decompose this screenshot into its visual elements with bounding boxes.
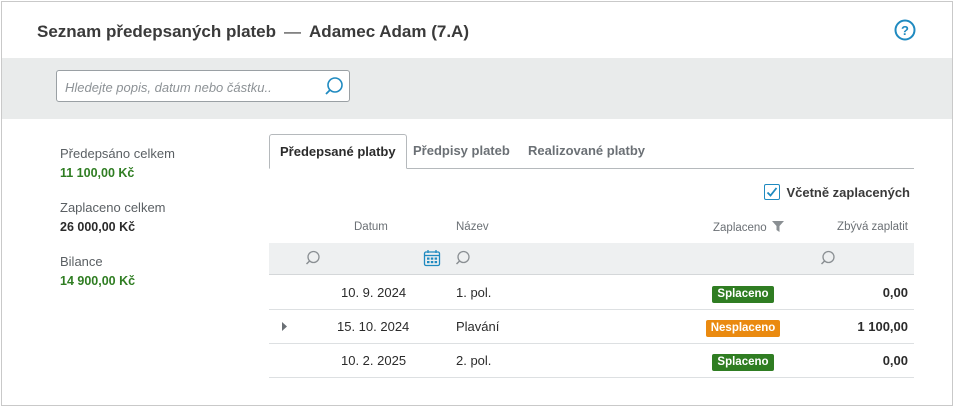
page-title: Seznam předepsaných plateb — Adamec Adam (…: [37, 22, 469, 42]
status-badge: Splaceno: [712, 286, 774, 303]
date-filter-search-icon[interactable]: [304, 249, 322, 267]
search-bar: [2, 58, 952, 119]
header-date[interactable]: Datum: [354, 221, 388, 233]
summary-prescribed: Předepsáno celkem 11 100,00 Kč: [60, 146, 250, 181]
search-icon[interactable]: [323, 75, 345, 97]
tab-payment-prescriptions[interactable]: Předpisy plateb: [403, 134, 520, 167]
row-remaining: 0,00: [882, 353, 908, 368]
table-row[interactable]: 10. 2. 2025 2. pol. Splaceno 0,00: [269, 344, 914, 378]
summary-balance: Bilance 14 900,00 Kč: [60, 254, 250, 289]
header-remaining[interactable]: Zbývá zaplatit: [837, 221, 908, 233]
funnel-icon[interactable]: [771, 221, 784, 232]
row-date: 10. 9. 2024: [341, 285, 407, 300]
status-badge: Splaceno: [712, 354, 774, 371]
prescribed-label: Předepsáno celkem: [60, 146, 175, 161]
row-name: 1. pol.: [456, 285, 492, 300]
prescribed-value: 11 100,00 Kč: [60, 166, 135, 180]
search-box: [56, 70, 350, 103]
balance-label: Bilance: [60, 254, 103, 269]
payment-summary: Předepsáno celkem 11 100,00 Kč Zaplaceno…: [60, 146, 250, 308]
title-text: Seznam předepsaných plateb: [37, 22, 277, 41]
paid-value: 26 000,00 Kč: [60, 220, 136, 234]
check-icon: [767, 187, 778, 197]
row-status: Splaceno: [708, 276, 778, 309]
remaining-filter-search-icon[interactable]: [819, 249, 837, 267]
row-remaining: 0,00: [882, 285, 908, 300]
balance-value: 14 900,00 Kč: [60, 274, 136, 288]
summary-paid: Zaplaceno celkem 26 000,00 Kč: [60, 200, 250, 235]
row-remaining: 1 100,00: [857, 319, 908, 334]
row-status: Nesplaceno: [699, 310, 787, 343]
include-paid-label: Včetně zaplacených: [786, 184, 910, 200]
header-paid-label: Zaplaceno: [713, 222, 767, 234]
table-row[interactable]: 15. 10. 2024 Plavání Nesplaceno 1 100,00: [269, 310, 914, 344]
filter-row: [269, 243, 914, 275]
student-name: Adamec Adam (7.A): [309, 22, 469, 41]
row-name: 2. pol.: [456, 353, 492, 368]
tab-prescribed-payments[interactable]: Předepsané platby: [269, 134, 407, 169]
include-paid-toggle[interactable]: Včetně zaplacených: [764, 182, 910, 202]
title-separator: —: [284, 22, 302, 41]
row-date: 10. 2. 2025: [341, 353, 407, 368]
panel-header: Seznam předepsaných plateb — Adamec Adam (…: [2, 2, 952, 59]
payments-panel: Seznam předepsaných plateb — Adamec Adam (…: [1, 1, 953, 406]
tab-bar: Předepsané platby Předpisy plateb Realiz…: [269, 134, 914, 169]
row-name: Plavání: [456, 319, 500, 334]
row-date: 15. 10. 2024: [337, 319, 410, 334]
help-icon[interactable]: ?: [894, 19, 916, 41]
search-input[interactable]: [63, 71, 322, 103]
svg-text:?: ?: [901, 23, 909, 38]
header-name[interactable]: Název: [456, 221, 489, 233]
tab-realized-payments[interactable]: Realizované platby: [518, 134, 655, 167]
table-row[interactable]: 10. 9. 2024 1. pol. Splaceno 0,00: [269, 276, 914, 310]
paid-label: Zaplaceno celkem: [60, 200, 166, 215]
calendar-icon[interactable]: [423, 249, 441, 267]
row-status: Splaceno: [708, 344, 778, 377]
status-badge: Nesplaceno: [705, 320, 781, 337]
header-paid[interactable]: Zaplaceno: [713, 221, 784, 234]
caret-right-icon[interactable]: [281, 322, 289, 331]
include-paid-checkbox[interactable]: [764, 184, 781, 200]
name-filter-search-icon[interactable]: [454, 249, 472, 267]
